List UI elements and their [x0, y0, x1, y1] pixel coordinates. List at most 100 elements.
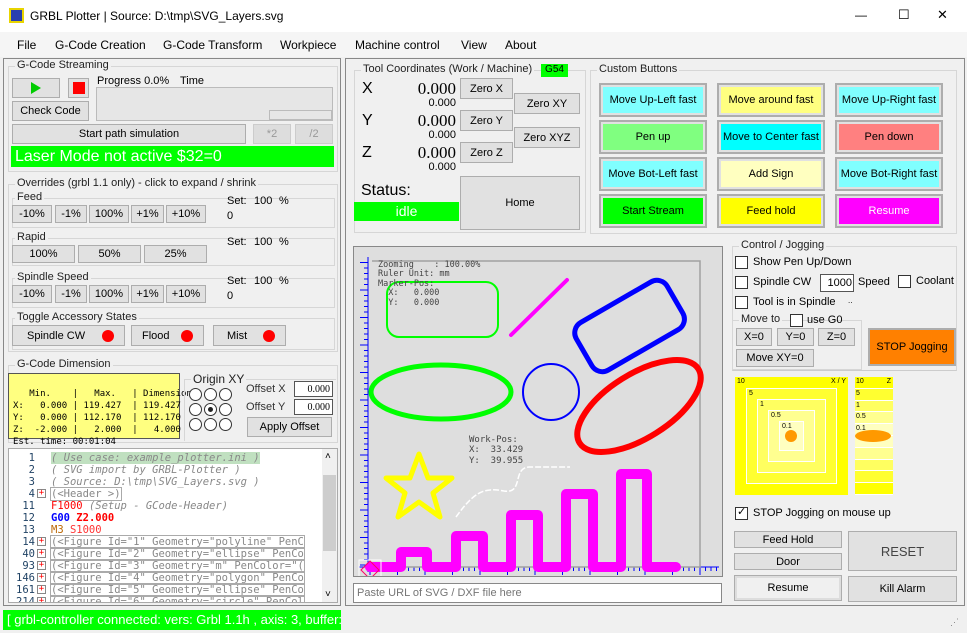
tool-in-spindle-checkbox[interactable]: [735, 296, 748, 309]
origin-radio[interactable]: [204, 403, 217, 416]
origin-radio[interactable]: [219, 418, 232, 431]
kill-alarm-button[interactable]: Kill Alarm: [848, 576, 957, 602]
stop-jogging-button[interactable]: STOP Jogging: [868, 328, 956, 366]
mist-toggle[interactable]: Mist: [213, 325, 286, 346]
origin-radio[interactable]: [219, 388, 232, 401]
code-line[interactable]: 14 + (<Figure Id="1" Geometry="polyline" P…: [9, 535, 329, 549]
expand-icon[interactable]: +: [37, 489, 46, 498]
z-step-band[interactable]: 0.5: [855, 412, 893, 425]
scroll-down-icon[interactable]: ˅: [325, 589, 331, 600]
coolant-checkbox[interactable]: [898, 275, 911, 288]
code-line[interactable]: 93 + (<Figure Id="3" Geometry="m" PenColor…: [9, 559, 329, 573]
sim-speed-half-button[interactable]: /2: [295, 124, 333, 144]
expand-icon[interactable]: +: [37, 573, 46, 582]
maximize-button[interactable]: ☐: [898, 7, 910, 23]
zero-xyz-button[interactable]: Zero XYZ: [514, 127, 580, 148]
code-line[interactable]: 214 + (<Figure Id="6" Geometry="circle" Pe…: [9, 595, 329, 602]
minimize-button[interactable]: —: [855, 8, 867, 22]
scroll-thumb[interactable]: [323, 475, 336, 551]
code-line[interactable]: 2 ( SVG import by GRBL-Plotter ): [9, 464, 329, 476]
feed-minus10-button[interactable]: -10%: [12, 205, 52, 223]
menu-view[interactable]: View: [461, 38, 487, 52]
spindle-cw-checkbox[interactable]: [735, 276, 748, 289]
spindle-100-button[interactable]: 100%: [89, 285, 129, 303]
feed-plus10-button[interactable]: +10%: [166, 205, 206, 223]
custom-button[interactable]: Move around fast: [717, 83, 825, 117]
use-g0-checkbox[interactable]: [790, 314, 803, 327]
spindle-minus1-button[interactable]: -1%: [55, 285, 87, 303]
menu-gcode-creation[interactable]: G-Code Creation: [55, 38, 146, 52]
resize-grip-icon[interactable]: ⋰: [950, 617, 959, 628]
move-xy0-button[interactable]: Move XY=0: [736, 349, 814, 367]
menu-gcode-transform[interactable]: G-Code Transform: [163, 38, 262, 52]
custom-button[interactable]: Add Sign: [717, 157, 825, 191]
menu-machine-control[interactable]: Machine control: [355, 38, 440, 52]
expand-icon[interactable]: +: [37, 597, 46, 602]
move-x0-button[interactable]: X=0: [736, 328, 772, 346]
custom-button[interactable]: Move to Center fast: [717, 120, 825, 154]
close-button[interactable]: ✕: [937, 7, 948, 23]
menu-about[interactable]: About: [505, 38, 536, 52]
custom-button[interactable]: Start Stream: [599, 194, 707, 228]
rapid-50-button[interactable]: 50%: [78, 245, 141, 263]
origin-radio[interactable]: [204, 418, 217, 431]
feed-minus1-button[interactable]: -1%: [55, 205, 87, 223]
origin-radio[interactable]: [219, 403, 232, 416]
code-line[interactable]: 146 + (<Figure Id="4" Geometry="polygon" P…: [9, 571, 329, 585]
code-line[interactable]: 4 + (<Header >): [9, 487, 329, 501]
zero-axis-button[interactable]: Zero Y: [460, 110, 513, 131]
spindle-speed-input[interactable]: [820, 274, 854, 292]
zero-xy-button[interactable]: Zero XY: [514, 93, 580, 114]
code-line[interactable]: 11 F1000 (Setup - GCode-Header): [9, 500, 329, 512]
code-line[interactable]: 1 ( Use case: example_plotter.ini ): [9, 452, 329, 464]
custom-button[interactable]: Feed hold: [717, 194, 825, 228]
custom-button[interactable]: Resume: [835, 194, 943, 228]
z-step-band[interactable]: [855, 471, 893, 484]
custom-button[interactable]: Pen up: [599, 120, 707, 154]
origin-radio[interactable]: [189, 388, 202, 401]
stop-button[interactable]: [68, 78, 89, 98]
custom-button[interactable]: Move Up-Right fast: [835, 83, 943, 117]
origin-radio[interactable]: [189, 418, 202, 431]
stop-on-mouse-up-checkbox[interactable]: ✓: [735, 506, 748, 520]
custom-button[interactable]: Pen down: [835, 120, 943, 154]
expand-icon[interactable]: +: [37, 561, 46, 570]
z-jog-pad[interactable]: 10 5 1 0.5 0.1 Z: [855, 377, 893, 495]
scroll-up-icon[interactable]: ˄: [325, 451, 331, 462]
apply-offset-button[interactable]: Apply Offset: [247, 417, 332, 437]
resume-button[interactable]: Resume: [734, 575, 842, 601]
rapid-100-button[interactable]: 100%: [12, 245, 75, 263]
spindle-plus10-button[interactable]: +10%: [166, 285, 206, 303]
expand-icon[interactable]: +: [37, 549, 46, 558]
zero-axis-button[interactable]: Zero X: [460, 78, 513, 99]
z-step-band[interactable]: [855, 447, 893, 460]
code-line[interactable]: 13 M3 S1000: [9, 524, 329, 536]
url-input[interactable]: [353, 583, 722, 603]
preview-canvas[interactable]: Zooming : 100.00% Ruler Unit: mm Marker-Po…: [353, 246, 723, 577]
spindle-minus10-button[interactable]: -10%: [12, 285, 52, 303]
reset-button[interactable]: RESET: [848, 531, 957, 571]
z-step-band[interactable]: 1: [855, 400, 893, 413]
z-step-band[interactable]: 5: [855, 388, 893, 401]
code-line[interactable]: 161 + (<Figure Id="5" Geometry="ellipse" P…: [9, 583, 329, 597]
menu-file[interactable]: File: [17, 38, 36, 52]
start-simulation-button[interactable]: Start path simulation: [12, 124, 246, 144]
expand-icon[interactable]: +: [37, 585, 46, 594]
xy-jog-pad[interactable]: 10 5 1 0.5 0.1 X / Y: [735, 377, 848, 495]
feed-plus1-button[interactable]: +1%: [131, 205, 164, 223]
offset-x-input[interactable]: [294, 381, 333, 397]
origin-radio[interactable]: [189, 403, 202, 416]
play-button[interactable]: [12, 78, 60, 98]
show-pen-checkbox[interactable]: [735, 256, 748, 269]
rapid-25-button[interactable]: 25%: [144, 245, 207, 263]
code-line[interactable]: 3 ( Source: D:\tmp\SVG_Layers.svg ): [9, 476, 329, 488]
custom-button[interactable]: Move Up-Left fast: [599, 83, 707, 117]
feed-hold-button[interactable]: Feed Hold: [734, 531, 842, 548]
custom-button[interactable]: Move Bot-Right fast: [835, 157, 943, 191]
offset-y-input[interactable]: [294, 399, 333, 415]
zero-axis-button[interactable]: Zero Z: [460, 142, 513, 163]
code-line[interactable]: 12 G00 Z2.000: [9, 512, 329, 524]
spindle-cw-toggle[interactable]: Spindle CW: [12, 325, 125, 346]
gcode-editor[interactable]: 1 ( Use case: example_plotter.ini ) 2 ( SVG…: [8, 448, 338, 603]
menu-workpiece[interactable]: Workpiece: [280, 38, 336, 52]
